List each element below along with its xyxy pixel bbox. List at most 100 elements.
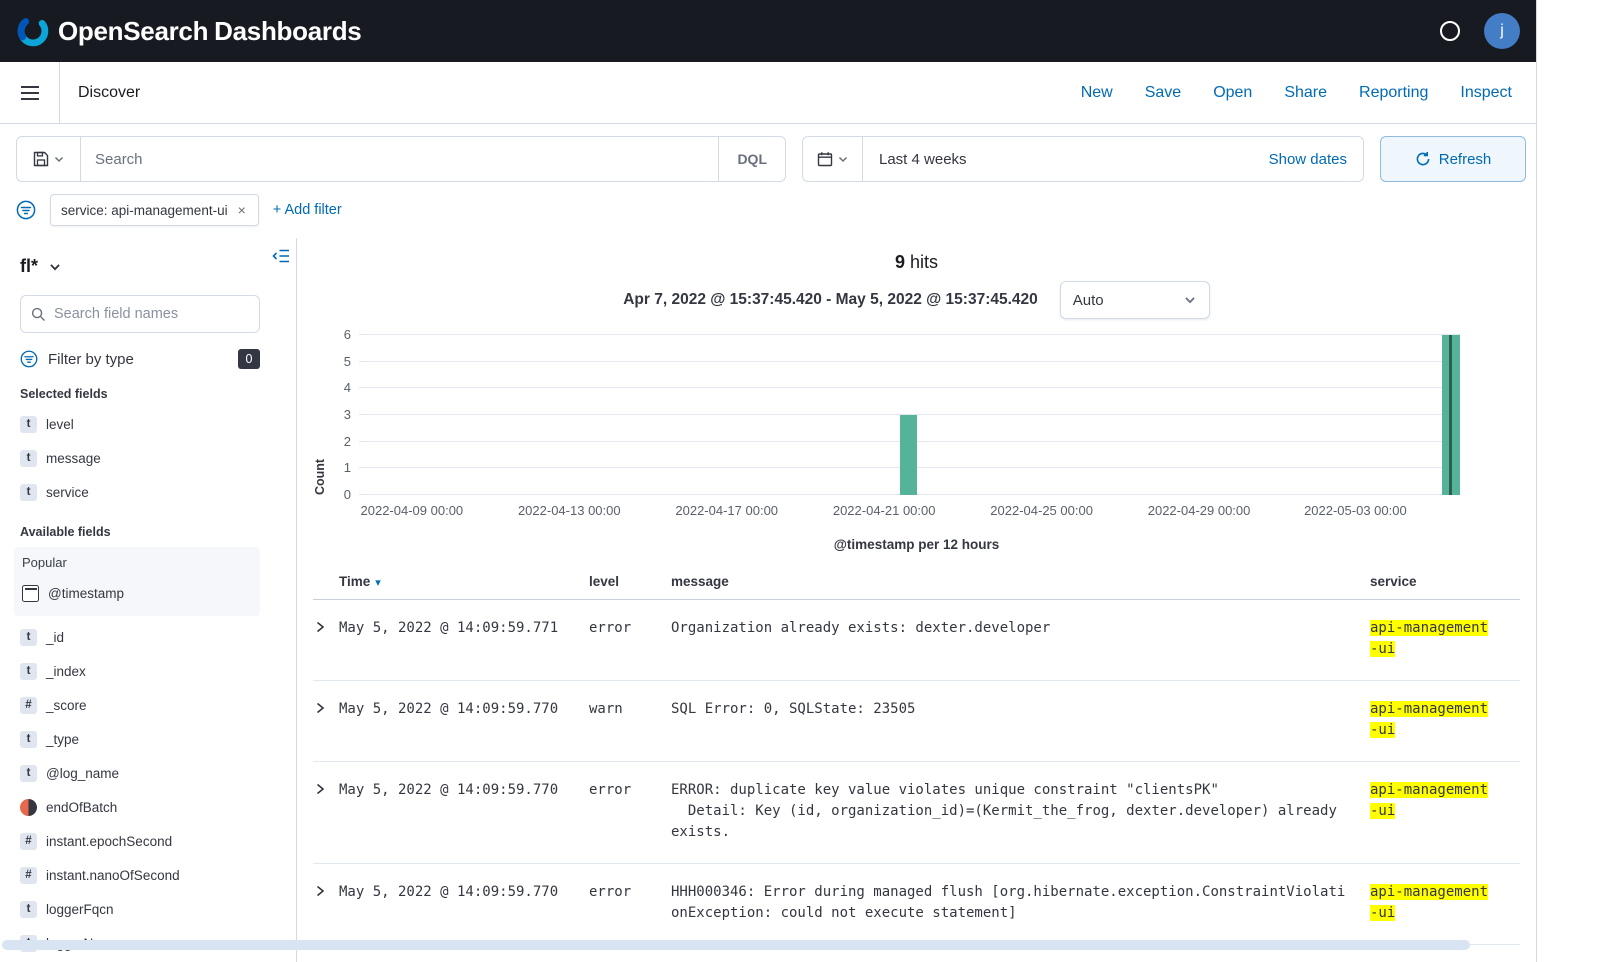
app-title: OpenSearchDashboards: [58, 16, 361, 47]
cell-time: May 5, 2022 @ 14:09:59.770: [339, 780, 589, 801]
current-time-marker: [1449, 335, 1452, 495]
y-axis-tick: 5: [344, 354, 351, 370]
refresh-button[interactable]: Refresh: [1380, 136, 1526, 182]
nav-action-reporting[interactable]: Reporting: [1359, 84, 1428, 102]
field-item-@log_name[interactable]: t @log_name: [20, 758, 282, 788]
nav-actions: New Save Open Share Reporting Inspect: [1081, 84, 1536, 102]
field-item-service[interactable]: tservice: [20, 477, 282, 507]
x-axis-label: @timestamp per 12 hours: [313, 537, 1520, 552]
expand-row-icon[interactable]: [313, 699, 327, 715]
collapse-sidebar-icon[interactable]: [272, 248, 290, 264]
show-dates-link[interactable]: Show dates: [1269, 151, 1363, 168]
expand-row-icon[interactable]: [313, 618, 327, 634]
field-name: @log_name: [46, 766, 119, 781]
x-axis-tick: 2022-04-13 00:00: [518, 503, 621, 518]
cell-service: api-management-ui: [1370, 699, 1520, 741]
close-icon[interactable]: ×: [236, 202, 248, 218]
field-item-_id[interactable]: t_id: [20, 622, 282, 652]
field-type-string-icon: t: [20, 731, 37, 748]
filter-by-type-button[interactable]: Filter by type 0: [20, 349, 260, 369]
field-type-string-icon: t: [20, 765, 37, 782]
search-input[interactable]: [81, 151, 718, 168]
field-item-_score[interactable]: #_score: [20, 690, 282, 720]
cell-message: Organization already exists: dexter.deve…: [671, 618, 1361, 639]
nav-action-open[interactable]: Open: [1213, 84, 1252, 102]
field-item-loggerFqcn[interactable]: t loggerFqcn: [20, 894, 282, 924]
nav-action-share[interactable]: Share: [1284, 84, 1327, 102]
x-axis-tick: 2022-05-03 00:00: [1304, 503, 1407, 518]
field-type-number-icon: #: [20, 867, 37, 884]
field-type-number-icon: #: [20, 833, 37, 850]
sort-desc-icon: ▾: [375, 577, 381, 589]
y-axis-tick: 2: [344, 434, 351, 450]
nav-action-inspect[interactable]: Inspect: [1460, 84, 1512, 102]
cell-service: api-management-ui: [1370, 882, 1520, 924]
field-name: _id: [46, 630, 64, 645]
field-name: service: [46, 485, 89, 500]
filter-pill[interactable]: service: api-management-ui ×: [50, 194, 259, 226]
cell-level: error: [589, 618, 671, 639]
available-fields-heading: Available fields: [20, 525, 282, 539]
column-header-level[interactable]: level: [589, 574, 671, 589]
field-type-date-icon: [22, 585, 39, 602]
saved-queries-button[interactable]: [17, 137, 81, 181]
expand-row-icon[interactable]: [313, 780, 327, 796]
column-header-time[interactable]: Time▾: [339, 574, 589, 589]
expand-row-icon[interactable]: [313, 882, 327, 898]
chevron-down-icon: [837, 153, 849, 165]
field-item-endOfBatch[interactable]: endOfBatch: [20, 792, 282, 822]
y-axis-tick: 6: [344, 327, 351, 343]
cell-service: api-management-ui: [1370, 780, 1520, 822]
field-type-string-icon: t: [20, 450, 37, 467]
y-axis-tick: 1: [344, 460, 351, 476]
table-rows: May 5, 2022 @ 14:09:59.771 error Organiz…: [313, 600, 1520, 962]
cell-message: ERROR: duplicate key value violates uniq…: [671, 780, 1361, 843]
field-name: @timestamp: [48, 586, 124, 601]
histogram-bar[interactable]: [900, 415, 918, 495]
column-header-service[interactable]: service: [1370, 574, 1520, 589]
filter-icon[interactable]: [16, 200, 36, 220]
date-picker-group: Last 4 weeks Show dates: [802, 136, 1364, 182]
field-item-level[interactable]: tlevel: [20, 409, 282, 439]
field-name: loggerFqcn: [46, 902, 114, 917]
nav-action-save[interactable]: Save: [1145, 84, 1181, 102]
field-item-instant.nanoOfSecond[interactable]: #instant.nanoOfSecond: [20, 860, 282, 890]
field-item-@timestamp[interactable]: @timestamp: [22, 578, 252, 608]
field-search-input[interactable]: [54, 306, 249, 322]
column-header-message[interactable]: message: [671, 574, 1361, 589]
gridline: [359, 334, 1460, 335]
field-type-string-icon: t: [20, 901, 37, 918]
x-axis-tick: 2022-04-09 00:00: [361, 503, 464, 518]
x-axis-tick: 2022-04-21 00:00: [833, 503, 936, 518]
cell-time: May 5, 2022 @ 14:09:59.770: [339, 699, 589, 720]
user-avatar[interactable]: j: [1484, 13, 1520, 49]
query-language-toggle[interactable]: DQL: [718, 137, 785, 181]
save-icon: [33, 151, 49, 167]
hits-count: 9 hits: [313, 252, 1520, 273]
popular-heading: Popular: [22, 555, 252, 570]
chart-header: Apr 7, 2022 @ 15:37:45.420 - May 5, 2022…: [313, 281, 1520, 319]
index-pattern-selector[interactable]: fl*: [20, 252, 62, 281]
field-item-instant.epochSecond[interactable]: #instant.epochSecond: [20, 826, 282, 856]
date-picker-button[interactable]: [803, 137, 863, 181]
horizontal-scrollbar[interactable]: [2, 940, 1470, 950]
field-item-message[interactable]: tmessage: [20, 443, 282, 473]
help-icon[interactable]: [1440, 21, 1460, 41]
gridline: [359, 361, 1460, 362]
field-item-_index[interactable]: t_index: [20, 656, 282, 686]
y-axis: 0123456: [327, 335, 359, 495]
time-range-display[interactable]: Last 4 weeks: [863, 151, 983, 168]
chevron-down-icon: [48, 260, 62, 274]
field-name: _score: [46, 698, 87, 713]
opensearch-brand[interactable]: OpenSearchDashboards: [16, 14, 361, 48]
hamburger-menu-icon[interactable]: [0, 62, 60, 123]
breadcrumb: Discover: [78, 84, 140, 102]
documents-table: Time▾ level message service May 5, 2022 …: [313, 562, 1520, 962]
filter-icon: [20, 350, 38, 368]
field-search: [20, 295, 260, 333]
add-filter-link[interactable]: + Add filter: [273, 202, 342, 218]
interval-dropdown[interactable]: Auto: [1060, 281, 1210, 319]
x-axis-tick: 2022-04-29 00:00: [1148, 503, 1251, 518]
nav-action-new[interactable]: New: [1081, 84, 1113, 102]
field-item-_type[interactable]: t_type: [20, 724, 282, 754]
